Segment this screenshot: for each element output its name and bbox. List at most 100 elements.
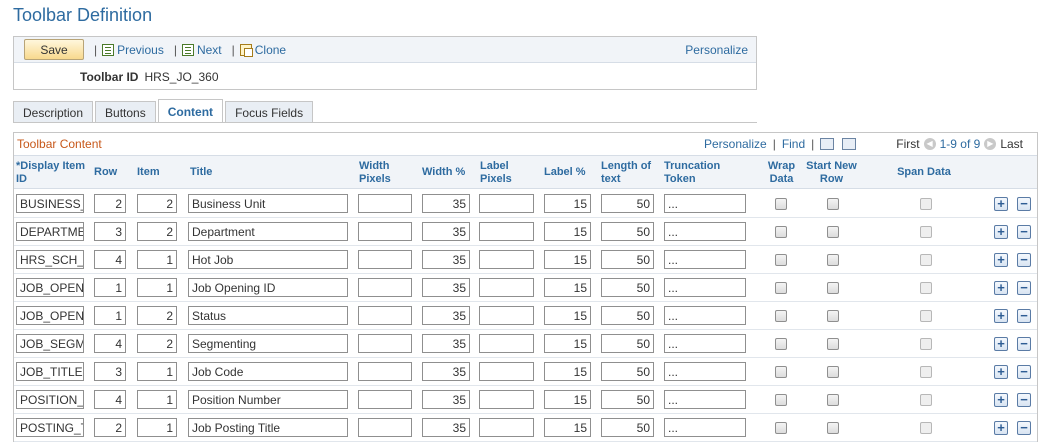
grid-personalize-link[interactable]: Personalize xyxy=(704,137,767,151)
add-row-icon[interactable]: + xyxy=(994,309,1008,323)
span-data-checkbox[interactable] xyxy=(920,366,932,378)
grid-find-link[interactable]: Find xyxy=(782,137,805,151)
truncation-token-input[interactable]: ... xyxy=(664,334,746,353)
width-pct-input[interactable]: 35 xyxy=(422,390,470,409)
label-pixels-input[interactable] xyxy=(479,278,534,297)
item-input[interactable]: 1 xyxy=(137,250,177,269)
row-input[interactable]: 3 xyxy=(94,362,126,381)
label-pixels-input[interactable] xyxy=(479,334,534,353)
start-new-row-checkbox[interactable] xyxy=(827,394,839,406)
row-input[interactable]: 2 xyxy=(94,194,126,213)
length-of-text-input[interactable]: 50 xyxy=(601,306,654,325)
delete-row-icon[interactable]: − xyxy=(1017,197,1031,211)
delete-row-icon[interactable]: − xyxy=(1017,281,1031,295)
delete-row-icon[interactable]: − xyxy=(1017,253,1031,267)
width-pct-input[interactable]: 35 xyxy=(422,250,470,269)
label-pct-input[interactable]: 15 xyxy=(544,222,591,241)
length-of-text-input[interactable]: 50 xyxy=(601,278,654,297)
row-input[interactable]: 4 xyxy=(94,250,126,269)
truncation-token-input[interactable]: ... xyxy=(664,362,746,381)
delete-row-icon[interactable]: − xyxy=(1017,393,1031,407)
label-pixels-input[interactable] xyxy=(479,418,534,437)
truncation-token-input[interactable]: ... xyxy=(664,278,746,297)
truncation-token-input[interactable]: ... xyxy=(664,222,746,241)
item-input[interactable]: 2 xyxy=(137,334,177,353)
tab-content[interactable]: Content xyxy=(157,99,224,123)
wrap-data-checkbox[interactable] xyxy=(775,422,787,434)
wrap-data-checkbox[interactable] xyxy=(775,338,787,350)
label-pixels-input[interactable] xyxy=(479,390,534,409)
start-new-row-checkbox[interactable] xyxy=(827,338,839,350)
label-pct-input[interactable]: 15 xyxy=(544,306,591,325)
width-pct-input[interactable]: 35 xyxy=(422,194,470,213)
item-input[interactable]: 1 xyxy=(137,362,177,381)
display-item-id-input[interactable]: JOB_TITLE xyxy=(16,362,84,381)
start-new-row-checkbox[interactable] xyxy=(827,310,839,322)
row-input[interactable]: 4 xyxy=(94,390,126,409)
display-item-id-input[interactable]: POSTING_T xyxy=(16,418,84,437)
tab-buttons[interactable]: Buttons xyxy=(95,101,156,123)
row-input[interactable]: 1 xyxy=(94,306,126,325)
wrap-data-checkbox[interactable] xyxy=(775,282,787,294)
display-item-id-input[interactable]: POSITION_ xyxy=(16,390,84,409)
width-pixels-input[interactable] xyxy=(358,390,412,409)
item-input[interactable]: 1 xyxy=(137,418,177,437)
span-data-checkbox[interactable] xyxy=(920,254,932,266)
start-new-row-checkbox[interactable] xyxy=(827,422,839,434)
truncation-token-input[interactable]: ... xyxy=(664,250,746,269)
truncation-token-input[interactable]: ... xyxy=(664,306,746,325)
width-pct-input[interactable]: 35 xyxy=(422,418,470,437)
row-input[interactable]: 1 xyxy=(94,278,126,297)
tab-description[interactable]: Description xyxy=(13,101,94,123)
label-pct-input[interactable]: 15 xyxy=(544,278,591,297)
width-pct-input[interactable]: 35 xyxy=(422,222,470,241)
add-row-icon[interactable]: + xyxy=(994,421,1008,435)
previous-row-icon[interactable]: ◀ xyxy=(923,138,936,150)
wrap-data-checkbox[interactable] xyxy=(775,366,787,378)
title-input[interactable]: Business Unit xyxy=(188,194,348,213)
width-pct-input[interactable]: 35 xyxy=(422,306,470,325)
span-data-checkbox[interactable] xyxy=(920,422,932,434)
width-pct-input[interactable]: 35 xyxy=(422,334,470,353)
next-row-icon[interactable]: ▶ xyxy=(984,138,997,150)
download-icon[interactable] xyxy=(842,138,857,150)
width-pixels-input[interactable] xyxy=(358,418,412,437)
length-of-text-input[interactable]: 50 xyxy=(601,334,654,353)
start-new-row-checkbox[interactable] xyxy=(827,254,839,266)
wrap-data-checkbox[interactable] xyxy=(775,226,787,238)
add-row-icon[interactable]: + xyxy=(994,225,1008,239)
width-pixels-input[interactable] xyxy=(358,194,412,213)
truncation-token-input[interactable]: ... xyxy=(664,194,746,213)
length-of-text-input[interactable]: 50 xyxy=(601,222,654,241)
width-pixels-input[interactable] xyxy=(358,222,412,241)
span-data-checkbox[interactable] xyxy=(920,338,932,350)
add-row-icon[interactable]: + xyxy=(994,197,1008,211)
first-label[interactable]: First xyxy=(896,137,919,151)
item-input[interactable]: 2 xyxy=(137,306,177,325)
title-input[interactable]: Job Opening ID xyxy=(188,278,348,297)
length-of-text-input[interactable]: 50 xyxy=(601,250,654,269)
label-pixels-input[interactable] xyxy=(479,222,534,241)
add-row-icon[interactable]: + xyxy=(994,337,1008,351)
label-pct-input[interactable]: 15 xyxy=(544,390,591,409)
label-pixels-input[interactable] xyxy=(479,194,534,213)
length-of-text-input[interactable]: 50 xyxy=(601,362,654,381)
label-pixels-input[interactable] xyxy=(479,250,534,269)
truncation-token-input[interactable]: ... xyxy=(664,418,746,437)
wrap-data-checkbox[interactable] xyxy=(775,310,787,322)
save-button[interactable]: Save xyxy=(24,39,84,60)
start-new-row-checkbox[interactable] xyxy=(827,226,839,238)
label-pct-input[interactable]: 15 xyxy=(544,362,591,381)
span-data-checkbox[interactable] xyxy=(920,310,932,322)
delete-row-icon[interactable]: − xyxy=(1017,309,1031,323)
length-of-text-input[interactable]: 50 xyxy=(601,418,654,437)
wrap-data-checkbox[interactable] xyxy=(775,394,787,406)
label-pct-input[interactable]: 15 xyxy=(544,194,591,213)
title-input[interactable]: Job Posting Title xyxy=(188,418,348,437)
add-row-icon[interactable]: + xyxy=(994,365,1008,379)
length-of-text-input[interactable]: 50 xyxy=(601,390,654,409)
add-row-icon[interactable]: + xyxy=(994,393,1008,407)
wrap-data-checkbox[interactable] xyxy=(775,254,787,266)
row-input[interactable]: 4 xyxy=(94,334,126,353)
delete-row-icon[interactable]: − xyxy=(1017,225,1031,239)
